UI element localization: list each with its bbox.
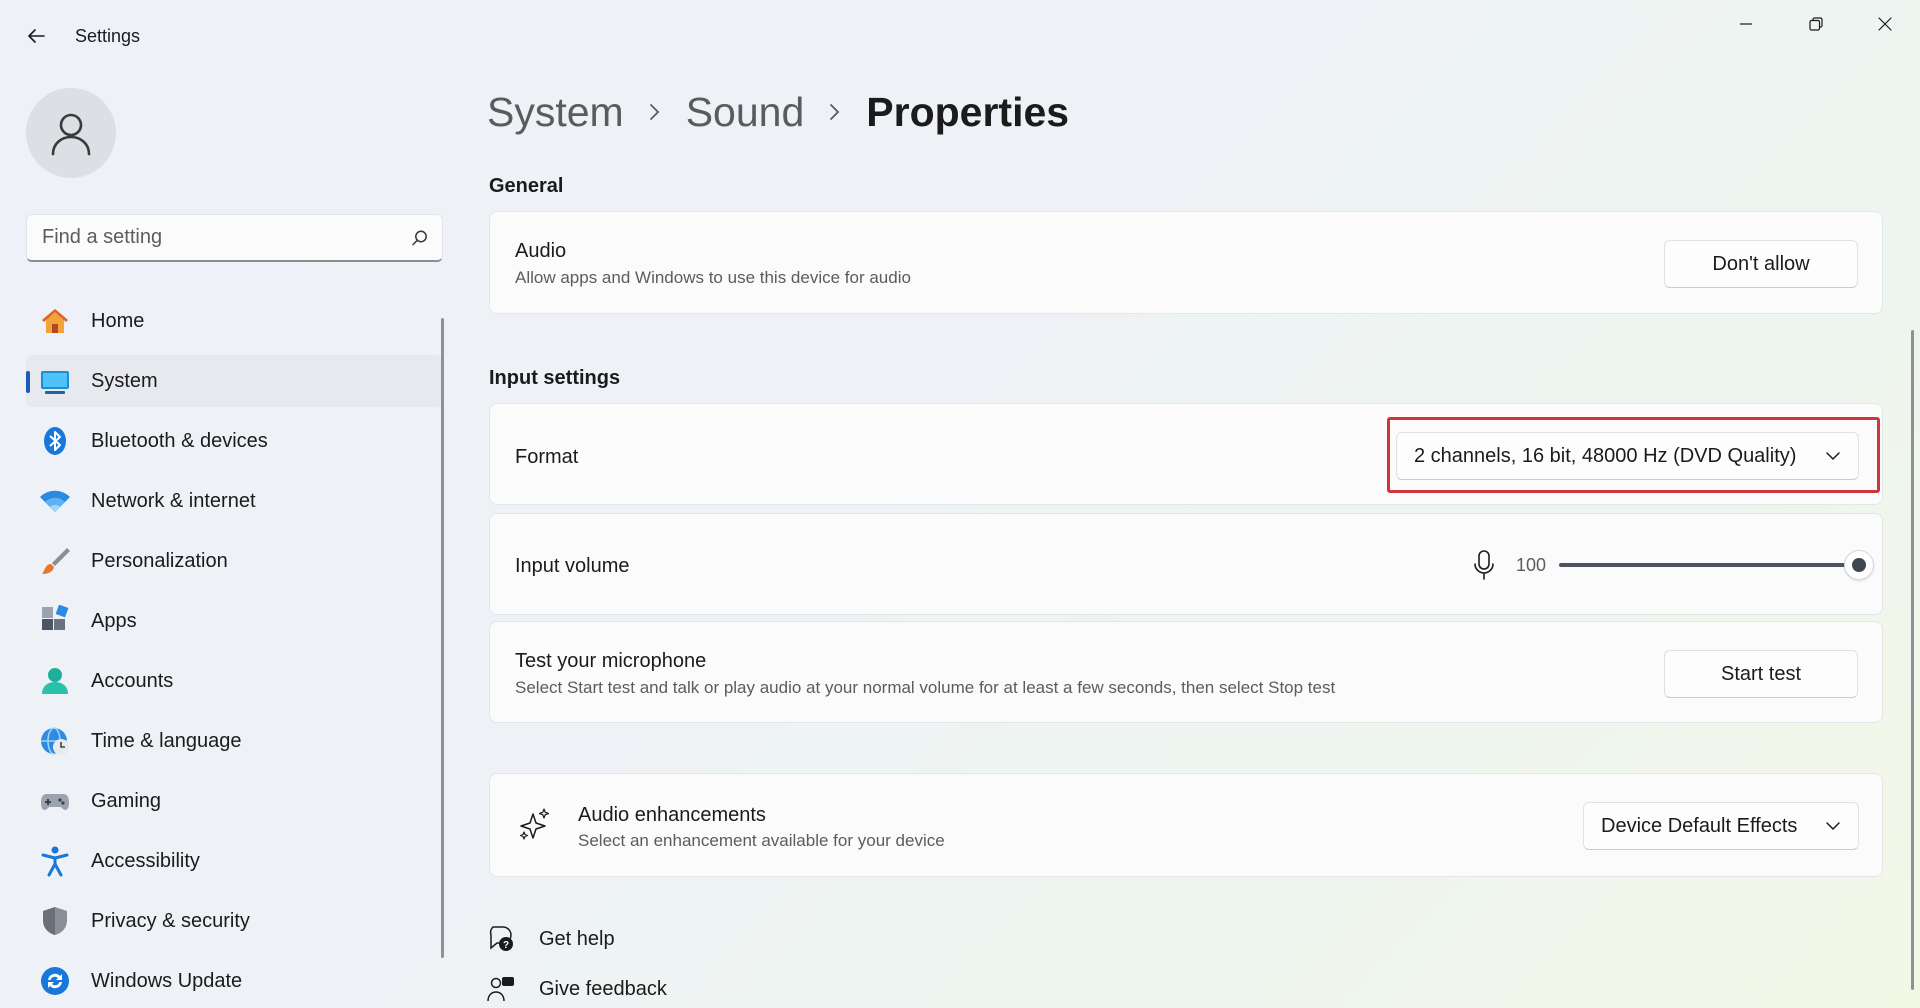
test-microphone-title: Test your microphone <box>515 650 707 672</box>
start-test-button[interactable]: Start test <box>1664 650 1858 698</box>
sidebar-item-privacy[interactable]: Privacy & security <box>26 895 443 947</box>
system-icon <box>41 371 69 394</box>
section-title-general: General <box>489 175 564 197</box>
audio-enhancements-dropdown[interactable]: Device Default Effects <box>1583 802 1859 850</box>
input-volume-value: 100 <box>1516 555 1547 575</box>
chevron-down-icon <box>1808 821 1858 831</box>
give-feedback-link[interactable]: Give feedback <box>487 975 667 1003</box>
page-title: Properties <box>866 88 1070 135</box>
breadcrumb: System Sound Properties <box>487 86 1069 138</box>
title-bar: Settings <box>0 0 1920 72</box>
avatar[interactable] <box>26 88 116 178</box>
input-volume-card: Input volume 100 <box>489 513 1883 615</box>
accounts-icon <box>42 668 68 694</box>
apps-icon <box>42 605 69 630</box>
accessibility-icon <box>41 846 69 877</box>
sidebar-item-apps[interactable]: Apps <box>26 595 443 647</box>
sidebar-scrollbar[interactable] <box>441 318 444 958</box>
restore-button[interactable] <box>1788 6 1844 42</box>
sidebar-item-accessibility[interactable]: Accessibility <box>26 835 443 887</box>
brush-icon <box>42 548 70 574</box>
dont-allow-button[interactable]: Don't allow <box>1664 240 1858 288</box>
chevron-right-icon <box>648 102 662 122</box>
back-arrow-icon <box>28 29 45 43</box>
back-button[interactable] <box>18 18 54 54</box>
sparkle-icon <box>519 808 550 840</box>
input-volume-slider-track[interactable] <box>1559 563 1859 567</box>
minimize-button[interactable] <box>1718 6 1774 42</box>
test-microphone-description: Select Start test and talk or play audio… <box>515 678 1336 697</box>
sidebar-item-network[interactable]: Network & internet <box>26 475 443 527</box>
audio-card: Audio Allow apps and Windows to use this… <box>489 211 1883 314</box>
search-box[interactable] <box>26 214 443 262</box>
feedback-icon <box>487 977 514 1002</box>
close-button[interactable] <box>1857 6 1913 42</box>
breadcrumb-sound[interactable]: Sound <box>686 89 805 136</box>
gamepad-icon <box>41 794 69 810</box>
section-title-input: Input settings <box>489 367 621 389</box>
search-input[interactable] <box>27 226 398 249</box>
minimize-icon <box>1740 23 1752 25</box>
svg-text:?: ? <box>503 940 509 951</box>
person-icon <box>51 113 91 156</box>
get-help-link[interactable]: ? Get help <box>487 925 615 953</box>
input-volume-slider-thumb[interactable] <box>1844 550 1874 580</box>
sidebar-item-gaming[interactable]: Gaming <box>26 775 443 827</box>
sidebar-item-accounts[interactable]: Accounts <box>26 655 443 707</box>
format-title: Format <box>515 446 579 468</box>
wifi-icon <box>40 490 70 512</box>
audio-title: Audio <box>515 240 567 262</box>
microphone-icon[interactable] <box>1472 549 1496 581</box>
audio-description: Allow apps and Windows to use this devic… <box>515 268 911 287</box>
sidebar-item-home[interactable]: Home <box>26 295 443 347</box>
audio-enhancements-title: Audio enhancements <box>578 804 766 826</box>
sidebar-item-personalization[interactable]: Personalization <box>26 535 443 587</box>
sidebar-item-windows-update[interactable]: Windows Update <box>26 955 443 1007</box>
format-card: Format 2 channels, 16 bit, 48000 Hz (DVD… <box>489 403 1883 505</box>
search-icon <box>412 230 427 245</box>
audio-enhancements-card: Audio enhancements Select an enhancement… <box>489 773 1883 877</box>
app-title: Settings <box>75 26 141 46</box>
search-button[interactable] <box>398 229 442 247</box>
audio-enhancements-description: Select an enhancement available for your… <box>578 831 945 850</box>
chevron-right-icon <box>828 102 842 122</box>
close-icon <box>1878 17 1892 31</box>
shield-icon <box>43 907 67 935</box>
bluetooth-icon <box>44 427 66 455</box>
home-icon <box>42 309 68 333</box>
format-highlight-box <box>1387 417 1880 493</box>
input-volume-title: Input volume <box>515 555 630 577</box>
restore-icon <box>1809 17 1823 31</box>
sidebar-item-bluetooth[interactable]: Bluetooth & devices <box>26 415 443 467</box>
main-scrollbar[interactable] <box>1911 330 1914 990</box>
help-chat-icon: ? <box>489 926 513 951</box>
sidebar-nav: Home System Bluetooth & devices Network … <box>26 295 443 1008</box>
update-icon <box>41 967 69 995</box>
test-microphone-card: Test your microphone Select Start test a… <box>489 621 1883 723</box>
sidebar-item-time-language[interactable]: Time & language <box>26 715 443 767</box>
audio-enhancements-selected-value: Device Default Effects <box>1601 814 1798 837</box>
sidebar-item-system[interactable]: System <box>26 355 443 407</box>
globe-clock-icon <box>41 727 69 755</box>
breadcrumb-system[interactable]: System <box>487 89 624 136</box>
